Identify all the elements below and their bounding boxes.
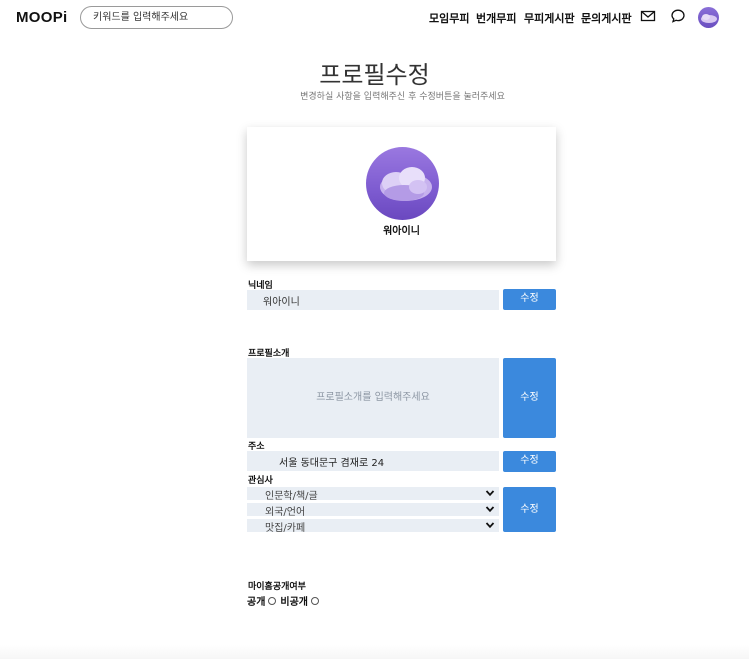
intro-textarea[interactable]: 프로필소개를 입력해주세요: [247, 358, 499, 438]
interest-select-2[interactable]: 외국/언어: [247, 503, 499, 518]
profile-image[interactable]: [366, 147, 439, 220]
visibility-options: 공개 비공개: [247, 593, 323, 608]
nickname-field[interactable]: 워아이니: [247, 290, 499, 310]
chevron-down-icon: [485, 522, 495, 529]
logo[interactable]: MOOPi: [16, 9, 68, 26]
mail-icon[interactable]: [640, 8, 656, 24]
interest-edit-button[interactable]: 수정: [503, 487, 556, 532]
interest-label: 관심사: [248, 476, 273, 486]
nav-bungae-moopi[interactable]: 번개무피: [476, 10, 516, 26]
nav-moim-moopi[interactable]: 모임무피: [429, 10, 469, 26]
profile-card: 워아이니: [247, 127, 556, 261]
page-title: 프로필수정: [319, 61, 430, 89]
chevron-down-icon: [485, 490, 495, 497]
top-header: MOOPi 모임무피 번개무피 무피게시판 문의게시판: [0, 0, 749, 36]
page-subtitle: 변경하실 사항을 입력해주신 후 수정버튼을 눌러주세요: [300, 92, 505, 102]
chevron-down-icon: [485, 506, 495, 513]
intro-edit-button[interactable]: 수정: [503, 358, 556, 438]
chat-bubble-icon[interactable]: [670, 8, 686, 24]
interest-select-3-value: 맛집/카페: [265, 523, 306, 534]
nav-inquiry-board[interactable]: 문의게시판: [581, 10, 632, 26]
address-edit-button[interactable]: 수정: [503, 451, 556, 472]
private-option-label: 비공개: [280, 597, 309, 608]
interest-select-1-value: 인문학/책/글: [265, 491, 318, 502]
nickname-edit-button[interactable]: 수정: [503, 289, 556, 310]
interest-select-1[interactable]: 인문학/책/글: [247, 487, 499, 502]
address-field[interactable]: 서울 동대문구 겸재로 24: [247, 451, 499, 471]
user-avatar[interactable]: [698, 7, 719, 28]
footer-divider: [0, 645, 749, 659]
interest-select-3[interactable]: 맛집/카페: [247, 519, 499, 534]
profile-name: 워아이니: [383, 226, 420, 237]
public-option-label: 공개: [247, 597, 266, 608]
public-radio[interactable]: [268, 597, 277, 605]
private-radio[interactable]: [311, 597, 320, 605]
nav-moopi-board[interactable]: 무피게시판: [524, 10, 575, 26]
visibility-label: 마이홈공개여부: [248, 582, 306, 592]
search-input[interactable]: [80, 6, 233, 29]
interest-select-2-value: 외국/언어: [265, 507, 306, 518]
